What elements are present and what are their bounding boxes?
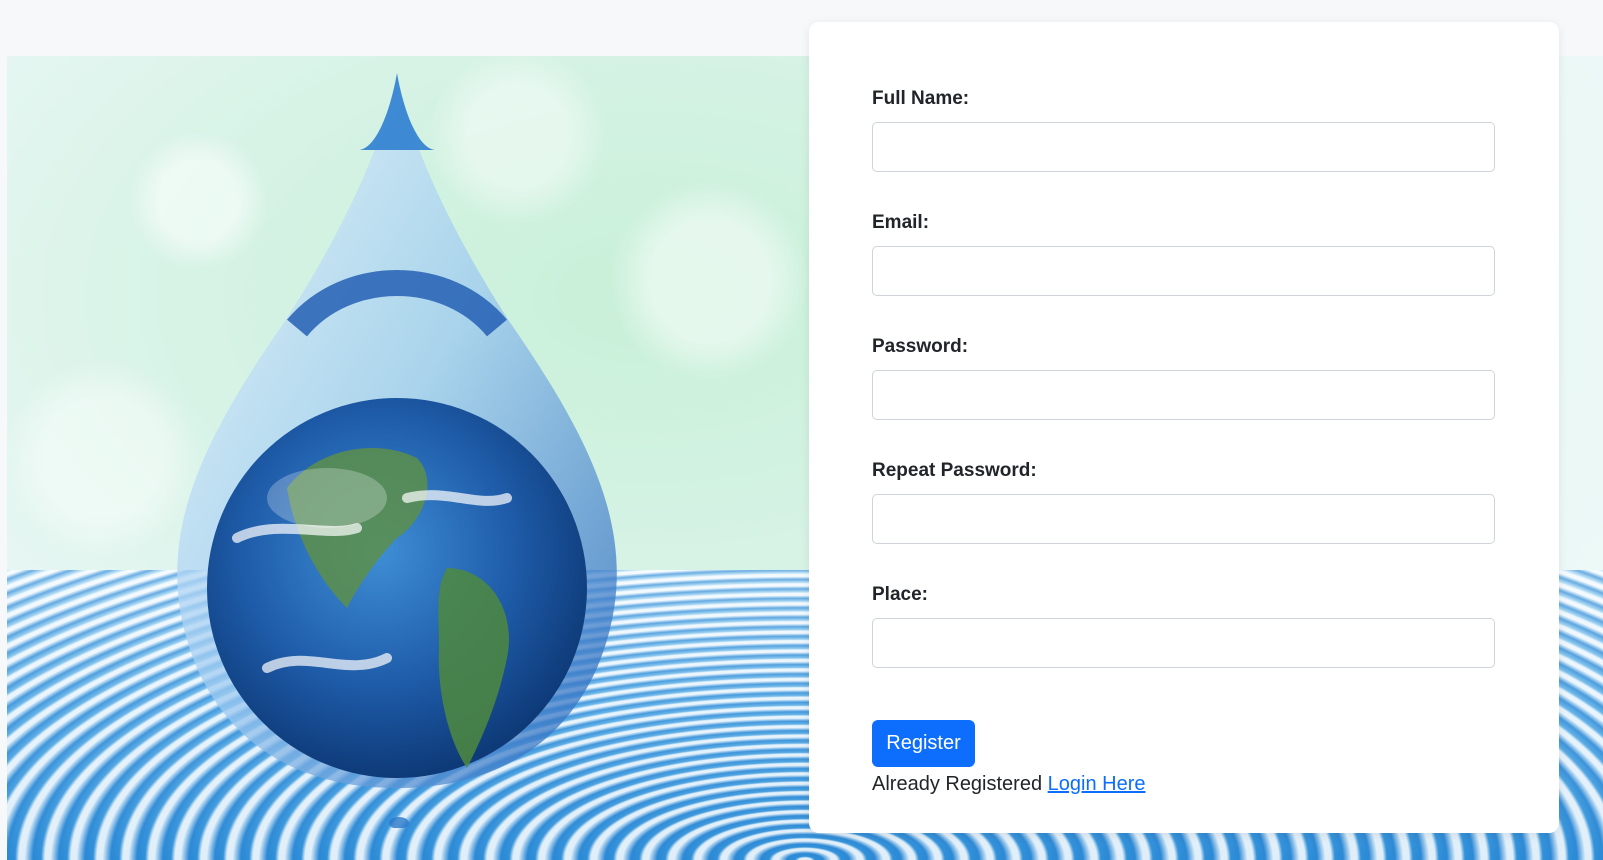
earth-water-drop-image (177, 73, 617, 828)
repeat-password-group: Repeat Password: (872, 458, 1497, 544)
password-group: Password: (872, 334, 1497, 420)
register-page: Full Name: Email: Password: Repeat Passw… (0, 0, 1603, 860)
login-here-link[interactable]: Login Here (1048, 773, 1146, 795)
email-label: Email: (872, 212, 930, 233)
already-registered-line: Already Registered Login Here (872, 771, 1146, 797)
email-group: Email: (872, 210, 1497, 296)
email-input[interactable] (872, 246, 1495, 296)
place-input[interactable] (872, 618, 1495, 668)
place-label: Place: (872, 584, 928, 605)
full-name-group: Full Name: (872, 86, 1497, 172)
repeat-password-label: Repeat Password: (872, 460, 1037, 481)
repeat-password-input[interactable] (872, 494, 1495, 544)
password-label: Password: (872, 336, 969, 357)
already-registered-text: Already Registered (872, 773, 1043, 795)
full-name-label: Full Name: (872, 88, 970, 109)
place-group: Place: (872, 582, 1497, 668)
password-input[interactable] (872, 370, 1495, 420)
register-button[interactable]: Register (872, 720, 975, 767)
full-name-input[interactable] (872, 122, 1495, 172)
register-form-card: Full Name: Email: Password: Repeat Passw… (809, 22, 1559, 833)
